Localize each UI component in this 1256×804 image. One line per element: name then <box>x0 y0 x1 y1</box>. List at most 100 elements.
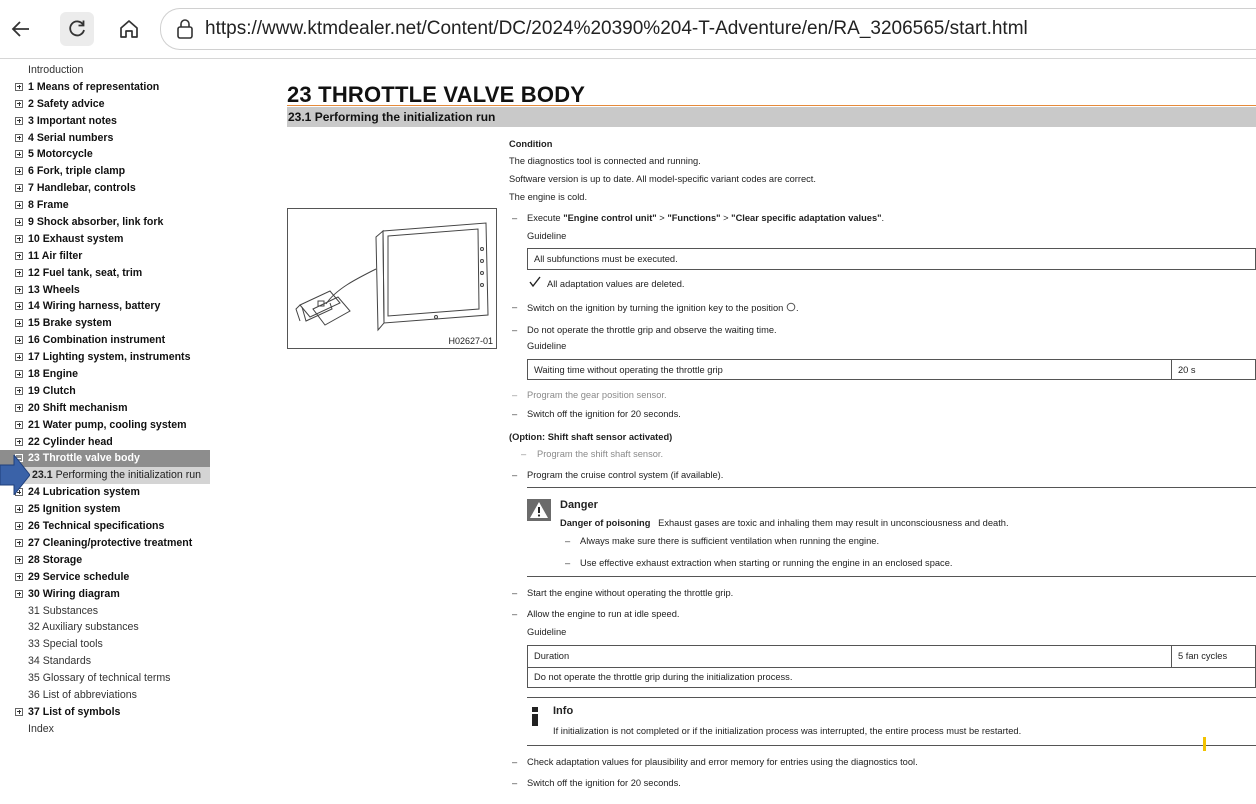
toc-item[interactable]: 37 List of symbols <box>0 704 210 721</box>
info-bottom-rule <box>527 745 1256 746</box>
expand-icon[interactable] <box>15 336 23 345</box>
toc-item[interactable]: 25 Ignition system <box>0 501 210 518</box>
toc-item[interactable]: 32 Auxiliary substances <box>0 619 210 636</box>
step-bullet: – <box>512 325 518 335</box>
toc-item[interactable]: 15 Brake system <box>0 315 210 332</box>
danger-bottom-rule <box>527 576 1256 577</box>
toc-item-label: Index <box>28 722 54 735</box>
toc-item[interactable]: 4 Serial numbers <box>0 130 210 147</box>
toc-item[interactable]: 7 Handlebar, controls <box>0 180 210 197</box>
guideline-table: Waiting time without operating the throt… <box>527 359 1256 380</box>
toc-item[interactable]: 27 Cleaning/protective treatment <box>0 535 210 552</box>
expand-icon[interactable] <box>15 82 23 91</box>
toc-item[interactable]: 13 Wheels <box>0 282 210 299</box>
toc-item[interactable]: 16 Combination instrument <box>0 332 210 349</box>
expand-icon[interactable] <box>15 353 23 362</box>
text-cursor-marker <box>1203 737 1206 751</box>
expand-icon[interactable] <box>15 707 23 716</box>
toc-item[interactable]: 14 Wiring harness, battery <box>0 298 210 315</box>
toc-item-label: 19 Clutch <box>28 384 76 397</box>
toc-item[interactable]: 26 Technical specifications <box>0 518 210 535</box>
expand-icon[interactable] <box>15 133 23 142</box>
reload-button[interactable] <box>60 12 94 46</box>
step-text: Start the engine without operating the t… <box>527 588 734 598</box>
expand-icon[interactable] <box>15 386 23 395</box>
toc-item[interactable]: 3 Important notes <box>0 113 210 130</box>
current-position-arrow-icon <box>0 455 30 495</box>
toc-item[interactable]: Index <box>0 721 210 738</box>
expand-icon[interactable] <box>15 403 23 412</box>
toc-item[interactable]: 5 Motorcycle <box>0 146 210 163</box>
step-link[interactable]: Program the gear position sensor. <box>527 390 667 400</box>
toc-item-label: 8 Frame <box>28 199 69 212</box>
expand-icon[interactable] <box>15 251 23 260</box>
toc-item-label: 36 List of abbreviations <box>28 688 137 701</box>
guideline-note-cell: Do not operate the throttle grip during … <box>534 672 793 682</box>
guideline-label-cell: Duration <box>534 651 570 661</box>
toc-item[interactable]: 8 Frame <box>0 197 210 214</box>
toc-item[interactable]: 10 Exhaust system <box>0 231 210 248</box>
expand-icon[interactable] <box>15 572 23 581</box>
expand-icon[interactable] <box>15 319 23 328</box>
expand-icon[interactable] <box>15 420 23 429</box>
expand-icon[interactable] <box>15 201 23 210</box>
expand-icon[interactable] <box>15 302 23 311</box>
toc-item[interactable]: 34 Standards <box>0 653 210 670</box>
toc-item[interactable]: 33 Special tools <box>0 636 210 653</box>
toc-item[interactable]: 1 Means of representation <box>0 79 210 96</box>
toc-item[interactable]: 2 Safety advice <box>0 96 210 113</box>
toc-item[interactable]: 6 Fork, triple clamp <box>0 163 210 180</box>
toc-item[interactable]: 9 Shock absorber, link fork <box>0 214 210 231</box>
address-bar[interactable]: https://www.ktmdealer.net/Content/DC/202… <box>160 8 1256 50</box>
expand-icon[interactable] <box>15 555 23 564</box>
toc-item-label: 14 Wiring harness, battery <box>28 300 161 313</box>
expand-icon[interactable] <box>15 218 23 227</box>
toc-item[interactable]: 36 List of abbreviations <box>0 687 210 704</box>
expand-icon[interactable] <box>15 99 23 108</box>
toc-item[interactable]: Introduction <box>0 62 210 79</box>
toc-list: Introduction 1 Means of representation 2 S… <box>0 62 210 738</box>
toc-item[interactable]: 24 Lubrication system <box>0 484 210 501</box>
expand-icon[interactable] <box>15 589 23 598</box>
toc-item[interactable]: 18 Engine <box>0 366 210 383</box>
expand-icon[interactable] <box>15 538 23 547</box>
expand-icon[interactable] <box>15 437 23 446</box>
expand-icon[interactable] <box>15 505 23 514</box>
toc-item[interactable]: 11 Air filter <box>0 248 210 265</box>
site-info-icon[interactable] <box>175 18 195 40</box>
toc-item[interactable]: 20 Shift mechanism <box>0 400 210 417</box>
toc-item[interactable]: 21 Water pump, cooling system <box>0 417 210 434</box>
toc-item-label: 7 Handlebar, controls <box>28 182 136 195</box>
toc-item[interactable]: 29 Service schedule <box>0 569 210 586</box>
toc-item-label: Introduction <box>28 64 84 76</box>
expand-icon[interactable] <box>15 234 23 243</box>
info-text: If initialization is not completed or if… <box>553 726 1022 736</box>
toc-item-label: 35 Glossary of technical terms <box>28 672 171 685</box>
expand-icon[interactable] <box>15 150 23 159</box>
toc-item[interactable]: 35 Glossary of technical terms <box>0 670 210 687</box>
toc-item-label: Performing the initialization run <box>52 469 202 482</box>
toc-item[interactable]: 23 Throttle valve body <box>0 450 210 468</box>
toc-item[interactable]: 17 Lighting system, instruments <box>0 349 210 366</box>
expand-icon[interactable] <box>15 522 23 531</box>
step-link[interactable]: Program the shift shaft sensor. <box>537 449 663 459</box>
toc-item[interactable]: 12 Fuel tank, seat, trim <box>0 265 210 282</box>
expand-icon[interactable] <box>15 370 23 379</box>
toc-item-label: 25 Ignition system <box>28 503 121 516</box>
toc-item[interactable]: 28 Storage <box>0 552 210 569</box>
expand-icon[interactable] <box>15 268 23 277</box>
toc-item[interactable]: 30 Wiring diagram <box>0 586 210 603</box>
toc-item-label: 24 Lubrication system <box>28 486 140 499</box>
expand-icon[interactable] <box>15 116 23 125</box>
expand-icon[interactable] <box>15 184 23 193</box>
back-button[interactable] <box>4 12 38 46</box>
toc-item[interactable]: 23.1 Performing the initialization run <box>0 467 210 485</box>
home-button[interactable] <box>112 12 146 46</box>
toc-item[interactable]: 22 Cylinder head <box>0 434 210 451</box>
toc-item[interactable]: 31 Substances <box>0 603 210 620</box>
toc-item[interactable]: 19 Clutch <box>0 383 210 400</box>
expand-icon[interactable] <box>15 285 23 294</box>
url-text[interactable]: https://www.ktmdealer.net/Content/DC/202… <box>205 18 1028 40</box>
expand-icon[interactable] <box>15 167 23 176</box>
toc-item-label: 28 Storage <box>28 553 83 566</box>
